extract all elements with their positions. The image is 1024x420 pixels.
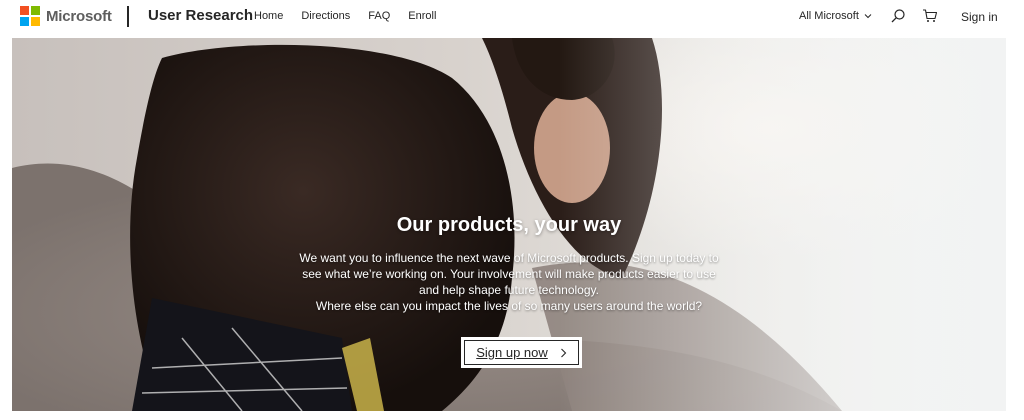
all-microsoft-label: All Microsoft xyxy=(799,10,859,22)
search-button[interactable] xyxy=(889,7,907,25)
hero-description-line: We want you to influence the next wave o… xyxy=(299,251,719,265)
hero-description: We want you to influence the next wave o… xyxy=(284,250,734,314)
cart-icon xyxy=(923,9,938,22)
sign-in-link[interactable]: Sign in xyxy=(961,10,998,24)
hero-title: Our products, your way xyxy=(396,214,622,236)
chevron-down-icon xyxy=(864,14,872,19)
hero-description-line: see what we’re working on. Your involvem… xyxy=(302,267,716,281)
sign-up-now-button[interactable]: Sign up now xyxy=(461,337,582,368)
site-title[interactable]: User Research xyxy=(148,7,253,24)
site-header: Microsoft User Research Home Directions … xyxy=(0,0,1024,34)
hero-content: Our products, your way We want you to in… xyxy=(12,38,1006,411)
nav-faq[interactable]: FAQ xyxy=(368,10,390,22)
logo-text: Microsoft xyxy=(46,7,112,25)
all-microsoft-menu[interactable]: All Microsoft xyxy=(799,10,872,22)
hero-banner: Our products, your way We want you to in… xyxy=(12,38,1006,411)
search-icon xyxy=(891,9,905,23)
nav-enroll[interactable]: Enroll xyxy=(408,10,436,22)
microsoft-logo-icon xyxy=(20,6,40,26)
cart-button[interactable] xyxy=(921,7,939,25)
main-nav: Home Directions FAQ Enroll xyxy=(254,10,436,22)
nav-directions[interactable]: Directions xyxy=(301,10,350,22)
nav-home[interactable]: Home xyxy=(254,10,283,22)
hero-description-line: and help shape future technology. xyxy=(419,283,599,297)
sign-up-now-label: Sign up now xyxy=(476,345,548,360)
hero-description-line: Where else can you impact the lives of s… xyxy=(315,299,703,313)
header-divider xyxy=(127,6,129,27)
microsoft-logo[interactable]: Microsoft xyxy=(20,6,112,26)
chevron-right-icon xyxy=(560,348,567,357)
